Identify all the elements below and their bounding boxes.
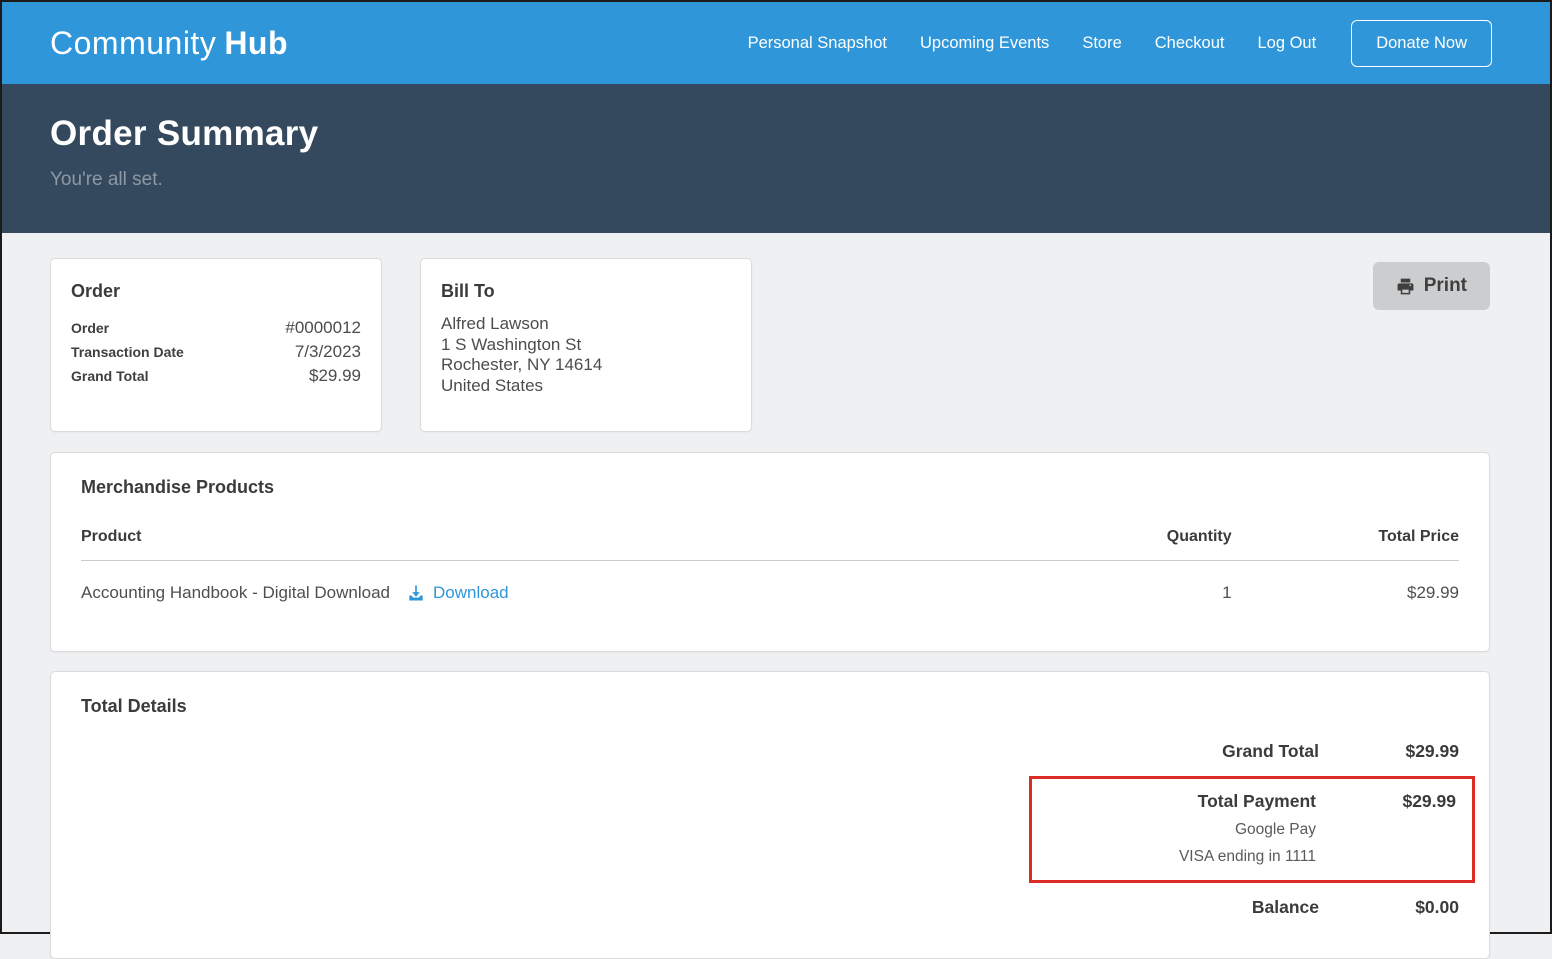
nav-links: Personal Snapshot Upcoming Events Store … [748,20,1492,67]
main-content: Order Order #0000012 Transaction Date 7/… [2,233,1550,959]
print-button-label: Print [1424,275,1467,297]
print-button[interactable]: Print [1373,262,1490,310]
bill-to-card: Bill To Alfred Lawson 1 S Washington St … [420,258,752,432]
balance-row: Balance $0.00 [1029,897,1459,918]
download-link-label: Download [433,583,509,603]
transaction-date-label: Transaction Date [71,341,184,364]
bill-to-address: Alfred Lawson 1 S Washington St Rocheste… [441,314,731,396]
payment-card-info: VISA ending in 1111 [1042,848,1456,866]
summary-row: Order Order #0000012 Transaction Date 7/… [50,258,1490,432]
quantity-cell: 1 [1004,561,1231,604]
transaction-date-row: Transaction Date 7/3/2023 [71,340,361,364]
totals-grand-total-value: $29.99 [1319,741,1459,762]
grand-total-label: Grand Total [71,365,149,388]
totals-grand-total-row: Grand Total $29.99 [1029,741,1459,762]
donate-now-button[interactable]: Donate Now [1351,20,1492,67]
total-price-cell: $29.99 [1232,561,1459,604]
merchandise-products-card: Merchandise Products Product Quantity To… [50,452,1490,652]
printer-icon [1396,277,1415,296]
total-payment-label: Total Payment [1046,791,1316,812]
brand-logo[interactable]: CommunityHub [50,25,288,62]
totals-block: Grand Total $29.99 Total Payment $29.99 … [1029,741,1459,918]
total-details-card: Total Details Grand Total $29.99 Total P… [50,671,1490,959]
merchandise-header-row: Product Quantity Total Price [81,520,1459,561]
grand-total-row: Grand Total $29.99 [71,364,361,388]
bill-to-street: 1 S Washington St [441,335,731,356]
nav-link-upcoming-events[interactable]: Upcoming Events [920,34,1049,53]
total-details-title: Total Details [81,696,1459,717]
order-number-row: Order #0000012 [71,316,361,340]
column-header-quantity: Quantity [1004,520,1231,561]
nav-link-personal-snapshot[interactable]: Personal Snapshot [748,34,887,53]
brand-logo-light: Community [50,25,216,61]
total-payment-value: $29.99 [1316,791,1456,812]
grand-total-value: $29.99 [309,364,361,387]
page-header: Order Summary You're all set. [2,84,1550,233]
merchandise-table: Product Quantity Total Price Accounting … [81,520,1459,603]
order-card-title: Order [71,281,361,302]
brand-logo-bold: Hub [224,25,288,61]
nav-link-store[interactable]: Store [1082,34,1121,53]
download-icon [406,583,426,603]
order-number-value: #0000012 [285,316,361,339]
bill-to-country: United States [441,376,731,397]
top-navbar: CommunityHub Personal Snapshot Upcoming … [2,2,1550,84]
product-cell: Accounting Handbook - Digital Download D… [81,561,1004,604]
page-subtitle: You're all set. [50,169,1502,191]
bill-to-city: Rochester, NY 14614 [441,355,731,376]
total-payment-row: Total Payment $29.99 [1042,791,1456,812]
product-name: Accounting Handbook - Digital Download [81,583,390,603]
nav-link-checkout[interactable]: Checkout [1155,34,1225,53]
totals-grand-total-label: Grand Total [1049,741,1319,762]
balance-value: $0.00 [1319,897,1459,918]
merchandise-products-title: Merchandise Products [81,477,1459,498]
table-row: Accounting Handbook - Digital Download D… [81,561,1459,604]
order-card: Order Order #0000012 Transaction Date 7/… [50,258,382,432]
column-header-product: Product [81,520,1004,561]
bill-to-title: Bill To [441,281,731,302]
balance-label: Balance [1049,897,1319,918]
nav-link-log-out[interactable]: Log Out [1257,34,1316,53]
payment-method: Google Pay [1042,821,1456,839]
order-rows: Order #0000012 Transaction Date 7/3/2023… [71,316,361,388]
column-header-total-price: Total Price [1232,520,1459,561]
page-title: Order Summary [50,114,1502,154]
payment-highlight-box: Total Payment $29.99 Google Pay VISA end… [1029,776,1475,883]
order-number-label: Order [71,317,109,340]
bill-to-name: Alfred Lawson [441,314,731,335]
download-link[interactable]: Download [406,583,509,603]
transaction-date-value: 7/3/2023 [295,340,361,363]
